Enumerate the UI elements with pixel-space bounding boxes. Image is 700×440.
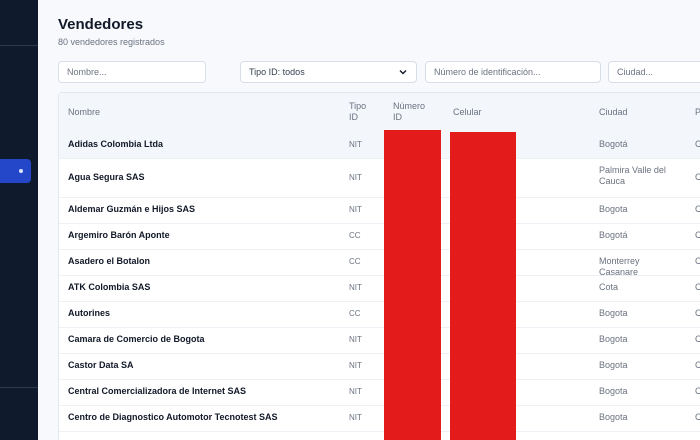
cell-ciudad: Bogota <box>599 386 628 396</box>
column-header-ciudad[interactable]: Ciudad <box>599 107 628 118</box>
cell-p: C <box>695 334 700 344</box>
id-number-filter-input[interactable] <box>425 61 601 83</box>
cell-nombre: Aldemar Guzmán e Hijos SAS <box>68 204 196 214</box>
column-header-p[interactable]: P <box>695 107 700 118</box>
main-content: Vendedores 80 vendedores registrados Tip… <box>38 0 700 440</box>
cell-tipo-id: NIT <box>349 173 362 182</box>
cell-ciudad: Bogota <box>599 204 628 214</box>
cell-nombre: ATK Colombia SAS <box>68 282 151 292</box>
cell-tipo-id: NIT <box>349 387 362 396</box>
cell-tipo-id: NIT <box>349 140 362 149</box>
cell-tipo-id: CC <box>349 309 361 318</box>
table-row[interactable]: Centro de Diagnostico Automotor Tecnotes… <box>59 405 700 432</box>
column-header-tipo-id[interactable]: Tipo ID <box>349 101 377 123</box>
cell-p: C <box>695 172 700 182</box>
cell-nombre: Camara de Comercio de Bogota <box>68 334 205 344</box>
cell-nombre: Asadero el Botalon <box>68 256 151 266</box>
table-row[interactable]: Camara de Comercio de Bogota NIT Bogota C <box>59 327 700 354</box>
cell-p: C <box>695 360 700 370</box>
redaction-block-celular <box>450 132 516 440</box>
cell-tipo-id: NIT <box>349 205 362 214</box>
city-filter-input[interactable] <box>608 61 700 83</box>
cell-p: C <box>695 282 700 292</box>
table-row[interactable]: Aldemar Guzmán e Hijos SAS NIT Bogota C <box>59 197 700 224</box>
page-title: Vendedores <box>58 16 144 33</box>
cell-nombre: Agua Segura SAS <box>68 172 145 182</box>
page-subtitle: 80 vendedores registrados <box>58 37 165 47</box>
table-row[interactable]: Agua Segura SAS NIT Palmira Valle del Cauc… <box>59 158 700 198</box>
cell-tipo-id: NIT <box>349 361 362 370</box>
table-row[interactable]: Argemiro Barón Aponte CC Bogotá C <box>59 223 700 250</box>
column-header-numero-id[interactable]: Número ID <box>393 101 429 123</box>
cell-tipo-id: CC <box>349 257 361 266</box>
cell-ciudad: Bogotá <box>599 230 628 240</box>
table-row[interactable]: Asadero el Botalon CC Monterrey Casanare C <box>59 249 700 277</box>
cell-nombre: Central Comercializadora de Internet SAS <box>68 386 247 396</box>
name-filter-input[interactable] <box>58 61 206 83</box>
cell-ciudad: Cota <box>599 282 619 292</box>
vendors-table: Nombre Tipo ID Número ID Celular Ciudad … <box>58 92 700 440</box>
id-type-select[interactable]: Tipo ID: todos <box>240 61 417 83</box>
cell-tipo-id: CC <box>349 231 361 240</box>
cell-ciudad: Palmira Valle del Cauca <box>599 165 666 186</box>
table-row[interactable]: Central Comercializadora de Internet SAS… <box>59 379 700 406</box>
cell-ciudad: Bogotá <box>599 139 628 149</box>
cell-nombre: Centro de Diagnostico Automotor Tecnotes… <box>68 412 278 422</box>
cell-p: C <box>695 256 700 266</box>
table-row[interactable]: Adidas Colombia Ltda NIT Bogotá C <box>59 132 700 159</box>
cell-ciudad: Bogota <box>599 412 628 422</box>
cell-nombre: Castor Data SA <box>68 360 134 370</box>
table-row[interactable]: ATK Colombia SAS NIT Cota C <box>59 275 700 302</box>
column-header-nombre[interactable]: Nombre <box>68 107 100 118</box>
sidebar-item-active[interactable] <box>0 159 31 183</box>
cell-p: C <box>695 204 700 214</box>
cell-nombre: Autorines <box>68 308 111 318</box>
sidebar-divider <box>0 45 38 46</box>
cell-p: C <box>695 230 700 240</box>
column-header-celular[interactable]: Celular <box>453 107 482 118</box>
sidebar <box>0 0 38 440</box>
table-header: Nombre Tipo ID Número ID Celular Ciudad … <box>59 93 700 133</box>
active-dot-icon <box>19 169 23 173</box>
sidebar-divider <box>0 387 38 388</box>
cell-p: C <box>695 308 700 318</box>
table-row[interactable]: Autorines CC Bogota C <box>59 301 700 328</box>
cell-ciudad: Bogota <box>599 334 628 344</box>
table-row[interactable]: Castor Data SA NIT Bogota C <box>59 353 700 380</box>
cell-p: C <box>695 412 700 422</box>
cell-p: C <box>695 139 700 149</box>
cell-nombre: Argemiro Barón Aponte <box>68 230 170 240</box>
cell-nombre: Adidas Colombia Ltda <box>68 139 164 149</box>
cell-p: C <box>695 386 700 396</box>
id-type-select-value: Tipo ID: todos <box>249 67 305 77</box>
chevron-down-icon <box>399 70 407 75</box>
redaction-block-numero-id <box>384 130 441 440</box>
cell-tipo-id: NIT <box>349 283 362 292</box>
cell-ciudad: Bogota <box>599 360 628 370</box>
cell-tipo-id: NIT <box>349 335 362 344</box>
cell-tipo-id: NIT <box>349 413 362 422</box>
cell-ciudad: Bogota <box>599 308 628 318</box>
